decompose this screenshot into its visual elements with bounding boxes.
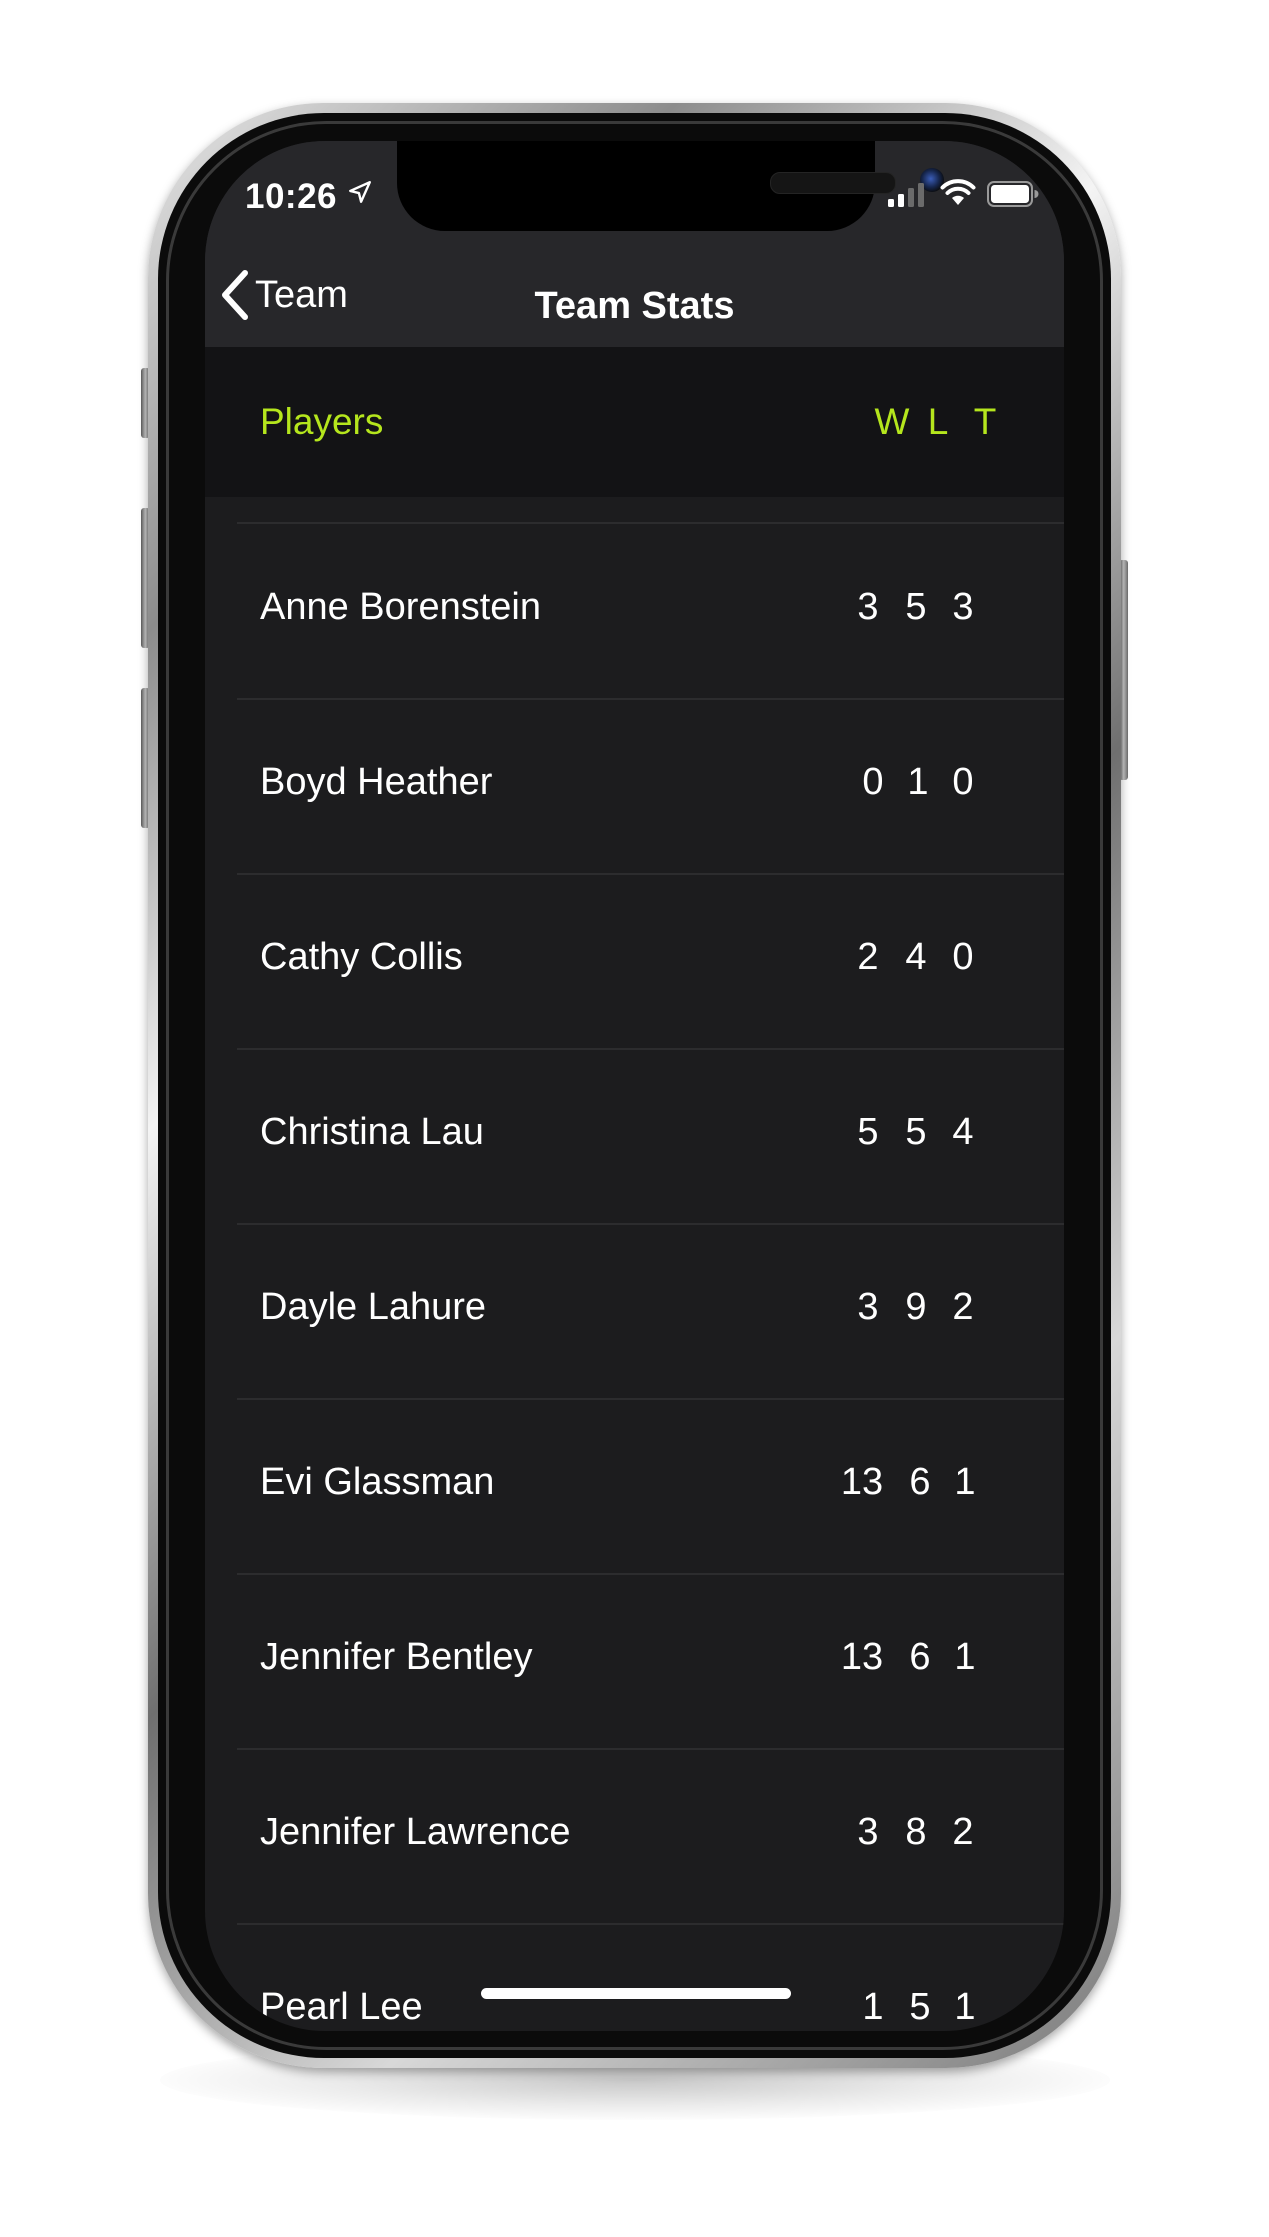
player-losses: 5 [909, 1986, 931, 2028]
player-losses: 8 [905, 1811, 927, 1853]
table-row[interactable]: Evi Glassman 13 6 1 [205, 1399, 1064, 1573]
player-name: Anne Borenstein [260, 586, 541, 628]
player-losses: 6 [909, 1461, 931, 1503]
page-title: Team Stats [534, 285, 735, 327]
player-losses: 5 [905, 1111, 927, 1153]
table-row[interactable]: Jennifer Bentley 13 6 1 [205, 1574, 1064, 1748]
location-arrow-icon [349, 181, 371, 203]
player-wins: 0 [862, 761, 884, 803]
player-name: Cathy Collis [260, 936, 463, 978]
player-ties: 1 [954, 1461, 976, 1503]
header-wins: W [874, 401, 910, 442]
player-wins: 13 [840, 1461, 884, 1503]
player-wins: 5 [857, 1111, 879, 1153]
player-name: Christina Lau [260, 1111, 484, 1153]
status-bar: 10:26 [205, 141, 1064, 241]
table-row[interactable]: Dayle Lahure 3 9 2 [205, 1224, 1064, 1398]
player-losses: 9 [905, 1286, 927, 1328]
player-ties: 4 [952, 1111, 974, 1153]
navigation-bar: Team Team Stats [205, 241, 1064, 347]
player-name: Pearl Lee [260, 1986, 423, 2028]
player-ties: 1 [954, 1636, 976, 1678]
table-row[interactable]: Boyd Heather 0 1 0 [205, 699, 1064, 873]
notch [397, 141, 944, 231]
header-ties: T [973, 401, 997, 442]
player-losses: 5 [905, 586, 927, 628]
player-losses: 6 [909, 1636, 931, 1678]
player-wins: 13 [840, 1636, 884, 1678]
header-losses: L [927, 401, 949, 442]
wifi-icon [940, 179, 976, 205]
phone-screen: 10:26 Team Team Stats Players W L T Anne… [205, 141, 1064, 2031]
table-row[interactable]: Jennifer Lawrence 3 8 2 [205, 1749, 1064, 1923]
player-losses: 4 [905, 936, 927, 978]
player-losses: 1 [907, 761, 929, 803]
cellular-signal-icon [888, 183, 924, 207]
header-players: Players [260, 401, 384, 442]
earpiece-speaker [770, 172, 896, 194]
battery-icon [987, 181, 1039, 207]
player-ties: 1 [954, 1986, 976, 2028]
player-name: Jennifer Bentley [260, 1636, 533, 1678]
player-ties: 0 [952, 761, 974, 803]
player-name: Evi Glassman [260, 1461, 495, 1503]
home-indicator[interactable] [481, 1988, 791, 1999]
player-ties: 2 [952, 1811, 974, 1853]
player-wins: 3 [857, 1811, 879, 1853]
player-name: Jennifer Lawrence [260, 1811, 571, 1853]
player-wins: 3 [857, 1286, 879, 1328]
player-ties: 2 [952, 1286, 974, 1328]
player-wins: 2 [857, 936, 879, 978]
player-wins: 3 [857, 586, 879, 628]
table-row[interactable]: Cathy Collis 2 4 0 [205, 874, 1064, 1048]
table-header: Players W L T [205, 347, 1064, 497]
player-name: Dayle Lahure [260, 1286, 487, 1328]
player-ties: 3 [952, 586, 974, 628]
table-row[interactable]: Christina Lau 5 5 4 [205, 1049, 1064, 1223]
player-ties: 0 [952, 936, 974, 978]
status-time: 10:26 [245, 177, 338, 216]
player-name: Boyd Heather [260, 761, 493, 803]
table-row[interactable]: Pearl Lee 1 5 1 [205, 1924, 1064, 2031]
player-wins: 1 [862, 1986, 884, 2028]
table-row[interactable]: Anne Borenstein 3 5 3 [205, 524, 1064, 698]
